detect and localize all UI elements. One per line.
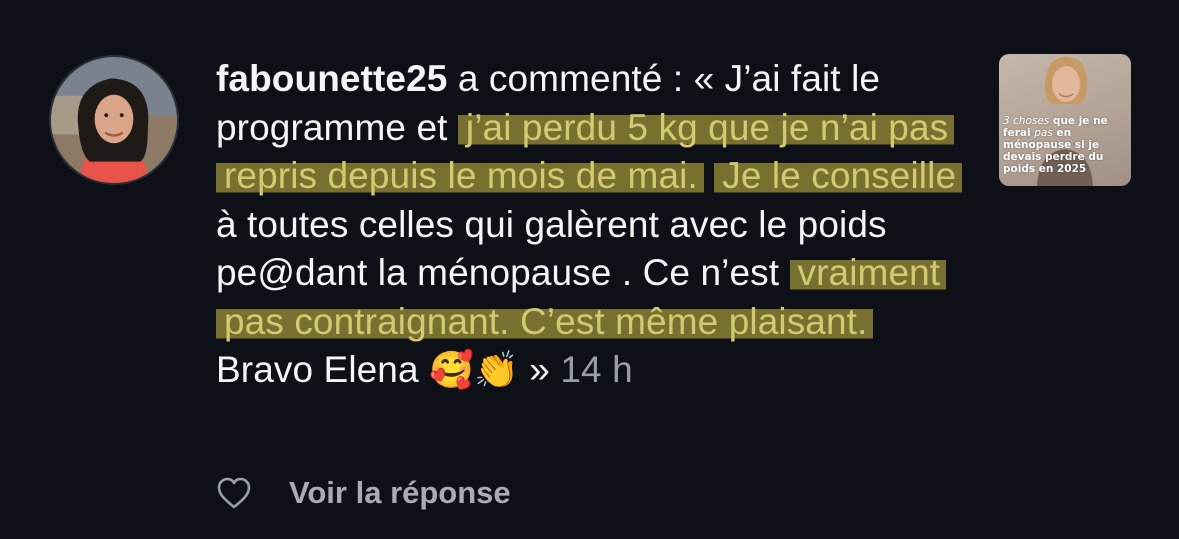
avatar[interactable] [49,55,179,185]
comment-gap [704,155,714,196]
heart-outline-icon[interactable] [216,476,252,510]
thumbnail-caption: 3 choses que je ne ferai pas en ménopaus… [1003,115,1129,175]
clapping-hands-emoji: 👏 [473,350,519,391]
comment-text: fabounette25 a commenté : « J’ai fait le… [216,55,976,396]
avatar-photo [51,57,177,183]
comment-tail: Bravo Elena [216,349,430,390]
comment-close: » [518,349,561,390]
comment-username[interactable]: fabounette25 [216,58,447,99]
thumbnail-caption-em: pas [1034,127,1053,139]
smiling-hearts-emoji: 🥰 [429,350,474,391]
view-reply-button[interactable]: Voir la réponse [289,475,511,511]
comment-timestamp: 14 h [560,349,633,390]
post-thumbnail[interactable]: 3 choses que je ne ferai pas en ménopaus… [999,54,1131,186]
thumbnail-caption-prefix: 3 choses [1003,115,1050,127]
comment-middle: à toutes celles qui galèrent avec le poi… [216,203,887,294]
highlight-2: Je le conseille [714,155,963,196]
comment-actions: Voir la réponse [216,472,511,514]
